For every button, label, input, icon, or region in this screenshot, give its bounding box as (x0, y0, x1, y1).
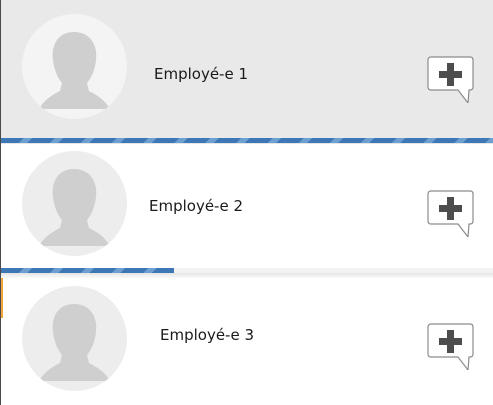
avatar (22, 151, 127, 256)
avatar (22, 14, 127, 119)
employee-row-3[interactable]: Employé-e 3 (1, 278, 493, 405)
person-silhouette-icon (39, 304, 110, 381)
person-silhouette-icon (39, 32, 110, 109)
add-comment-button[interactable] (426, 187, 476, 239)
comment-plus-icon (427, 190, 474, 239)
comment-plus-icon (427, 323, 474, 372)
person-silhouette-icon (39, 169, 110, 246)
employee-row-2[interactable]: Employé-e 2 (1, 144, 493, 268)
employee-name: Employé-e 2 (149, 197, 244, 215)
employee-name: Employé-e 1 (154, 65, 249, 83)
accent-marker (1, 278, 3, 318)
employee-list: Employé-e 1 Employé-e 2 Employé-e 3 (0, 0, 493, 405)
avatar (22, 286, 127, 391)
employee-name: Employé-e 3 (160, 326, 255, 344)
add-comment-button[interactable] (426, 320, 476, 372)
add-comment-button[interactable] (426, 53, 476, 105)
comment-plus-icon (427, 56, 474, 105)
employee-row-1[interactable]: Employé-e 1 (1, 0, 493, 138)
